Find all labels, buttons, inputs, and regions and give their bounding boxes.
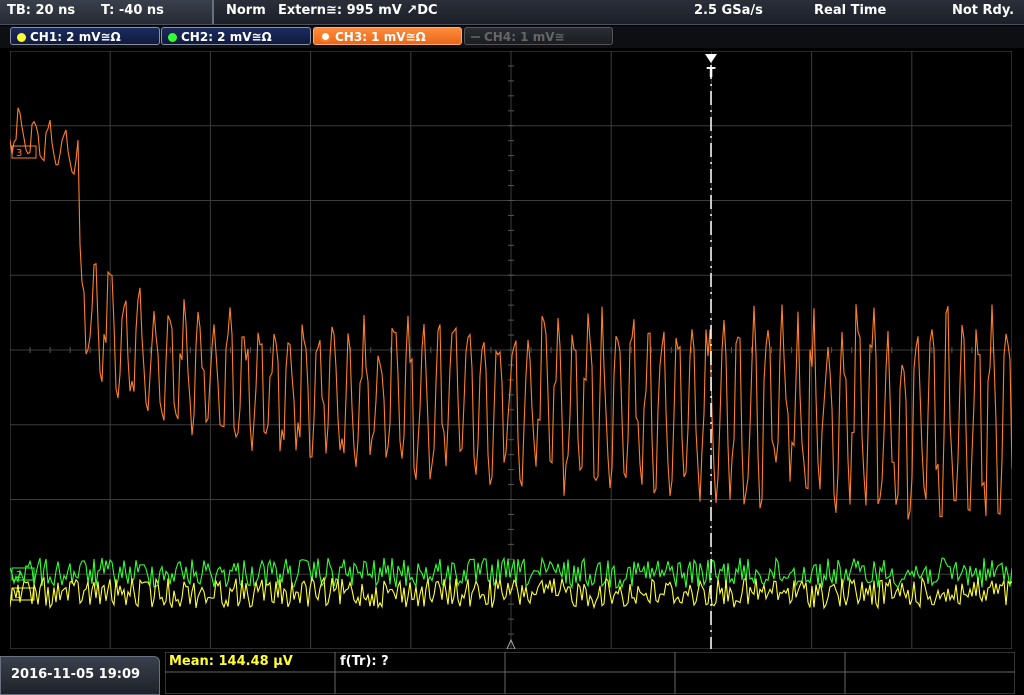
channel-button-ch1[interactable]: CH1: 2 mV≅Ω: [10, 27, 160, 45]
measurement-bar: 2016-11-05 19:09 Mean: 144.48 µV f(Tr): …: [0, 651, 1024, 695]
ch3-indicator-icon: [320, 31, 331, 42]
ch4-indicator-icon: [471, 36, 480, 38]
channel-bar: CH1: 2 mV≅Ω CH2: 2 mV≅Ω CH3: 1 mV≅Ω CH4:…: [0, 26, 1024, 48]
measurement-mean[interactable]: Mean: 144.48 µV: [169, 654, 293, 669]
channel-button-ch2[interactable]: CH2: 2 mV≅Ω: [161, 27, 311, 45]
measurement-rise-frequency[interactable]: f(Tr): ?: [340, 654, 389, 669]
datetime-display: 2016-11-05 19:09: [0, 656, 160, 695]
ch2-indicator-icon: [168, 33, 177, 42]
trigger-mode[interactable]: Norm: [226, 3, 266, 18]
ready-state: Not Rdy.: [952, 3, 1015, 18]
datetime-text: 2016-11-05 19:09: [11, 667, 141, 682]
svg-text:1: 1: [16, 590, 22, 601]
ch3-label: CH3: 1 mV≅Ω: [335, 30, 426, 44]
ch1-indicator-icon: [17, 33, 26, 42]
waveform-display[interactable]: T 3 2 1: [10, 51, 1012, 649]
ch2-label: CH2: 2 mV≅Ω: [181, 30, 272, 44]
svg-text:2: 2: [16, 570, 22, 581]
ch1-label: CH1: 2 mV≅Ω: [30, 30, 121, 44]
trigger-source[interactable]: Extern≅: 995 mV ↗DC: [278, 3, 438, 18]
ch4-label: CH4: 1 mV≅: [484, 30, 565, 44]
trigger-offset-readout[interactable]: T: -40 ns: [101, 3, 164, 18]
trigger-marker-label: T: [707, 66, 716, 81]
channel-button-ch3[interactable]: CH3: 1 mV≅Ω: [313, 27, 462, 45]
channel-button-ch4[interactable]: CH4: 1 mV≅: [464, 27, 613, 45]
acquisition-mode: Real Time: [814, 3, 887, 18]
svg-text:3: 3: [16, 148, 22, 159]
sample-rate: 2.5 GSa/s: [694, 3, 763, 18]
status-bar: TB: 20 ns T: -40 ns Norm Extern≅: 995 mV…: [0, 0, 1024, 25]
timebase-readout[interactable]: TB: 20 ns: [7, 3, 75, 18]
